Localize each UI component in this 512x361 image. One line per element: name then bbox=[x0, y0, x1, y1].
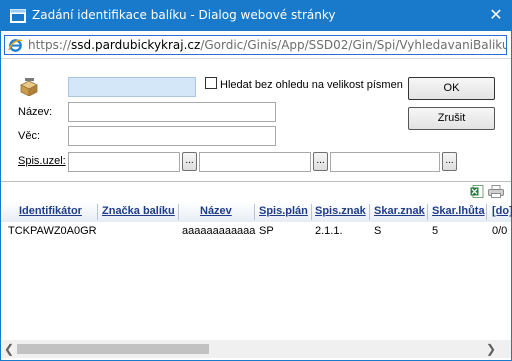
scroll-left-icon[interactable]: ❮ bbox=[1, 341, 17, 357]
spis-uzel-input-1[interactable] bbox=[68, 152, 180, 172]
print-icon[interactable] bbox=[488, 185, 504, 198]
spis-uzel-link[interactable]: Spis.uzel: bbox=[18, 155, 66, 167]
cell-spis-znak: 2.1.1. bbox=[315, 225, 343, 237]
scroll-right-icon[interactable]: ❯ bbox=[483, 341, 499, 357]
url-text: https://ssd.pardubickykraj.cz/Gordic/Gin… bbox=[28, 38, 506, 52]
subject-label: Věc: bbox=[18, 130, 41, 142]
spis-uzel-input-2[interactable] bbox=[199, 152, 311, 172]
cell-spis-plan: SP bbox=[259, 225, 274, 237]
column-header-skar-lhuta[interactable]: Skar.lhůta bbox=[432, 205, 485, 217]
cell-skar-znak: S bbox=[374, 225, 382, 237]
results-grid-header: Identifikátor Značka balíku Název Spis.p… bbox=[1, 202, 512, 222]
identifier-input[interactable] bbox=[68, 77, 196, 97]
window-title: Zadání identifikace balíku - Dialog webo… bbox=[32, 8, 336, 22]
ok-button[interactable]: OK bbox=[408, 77, 495, 100]
spis-uzel-browse-button-1[interactable]: ... bbox=[182, 152, 197, 171]
case-insensitive-label: Hledat bez ohledu na velikost písmen bbox=[220, 79, 403, 91]
title-bar: Zadání identifikace balíku - Dialog webo… bbox=[1, 1, 511, 31]
name-input[interactable] bbox=[68, 102, 276, 122]
form-divider bbox=[1, 181, 511, 182]
column-header-spis-plan[interactable]: Spis.plán bbox=[259, 205, 308, 217]
search-form: Hledat bez ohledu na velikost písmen OK … bbox=[1, 60, 511, 180]
cell-do: 0/0 bbox=[492, 225, 508, 237]
cell-name: aaaaaaaaaaaa bbox=[182, 225, 256, 237]
name-label: Název: bbox=[18, 106, 53, 118]
address-bar: https://ssd.pardubickykraj.cz/Gordic/Gin… bbox=[1, 31, 511, 59]
spis-uzel-browse-button-2[interactable]: ... bbox=[313, 152, 328, 171]
spis-uzel-browse-button-3[interactable]: ... bbox=[442, 152, 457, 171]
ie-icon bbox=[8, 39, 23, 52]
cell-skar-lhuta: 5 bbox=[432, 225, 439, 237]
url-field[interactable]: https://ssd.pardubickykraj.cz/Gordic/Gin… bbox=[4, 35, 507, 55]
column-header-package-mark[interactable]: Značka balíku bbox=[102, 205, 175, 217]
dialog-content: Hledat bez ohledu na velikost písmen OK … bbox=[1, 60, 512, 360]
column-header-skar-znak[interactable]: Skar.znak bbox=[374, 205, 425, 217]
subject-input[interactable] bbox=[68, 126, 276, 146]
case-insensitive-checkbox[interactable] bbox=[205, 77, 217, 90]
dialog-icon bbox=[10, 9, 26, 23]
close-button[interactable]: ✕ bbox=[481, 1, 511, 31]
column-header-do[interactable]: [do] bbox=[492, 205, 512, 217]
scrollbar-thumb[interactable] bbox=[17, 344, 209, 354]
cell-identifier: TCKPAWZ0A0GR bbox=[8, 225, 97, 237]
column-header-name[interactable]: Název bbox=[200, 205, 232, 217]
dialog-window: Zadání identifikace balíku - Dialog webo… bbox=[0, 0, 512, 361]
package-icon bbox=[20, 78, 38, 96]
spis-uzel-input-3[interactable] bbox=[330, 152, 440, 172]
column-header-identifier[interactable]: Identifikátor bbox=[19, 205, 82, 217]
horizontal-scrollbar[interactable]: ❮ ❯ bbox=[1, 340, 511, 358]
close-icon: ✕ bbox=[489, 7, 503, 24]
cancel-button[interactable]: Zrušit bbox=[408, 107, 495, 130]
column-header-spis-znak[interactable]: Spis.znak bbox=[315, 205, 366, 217]
excel-export-icon[interactable] bbox=[470, 185, 484, 198]
